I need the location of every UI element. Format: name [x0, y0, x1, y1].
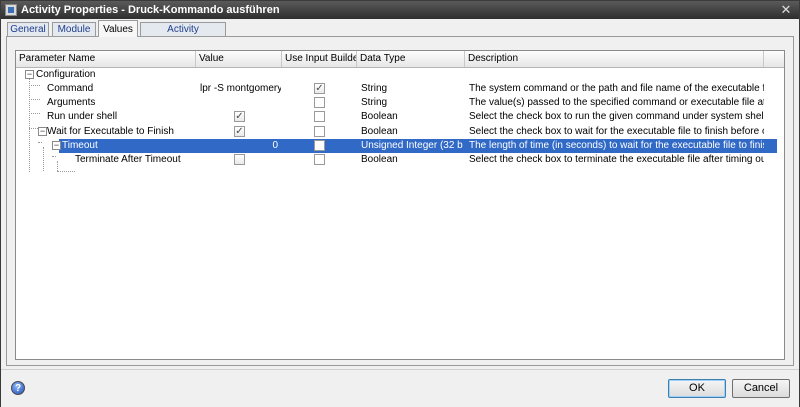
- parameter-value[interactable]: lpr -S montgomery ...: [197, 82, 281, 96]
- description: Select the check box to terminate the ex…: [469, 154, 764, 165]
- close-icon[interactable]: ✕: [779, 3, 793, 17]
- table-row[interactable]: − Configuration: [16, 68, 784, 82]
- ok-button[interactable]: OK: [668, 379, 726, 398]
- activity-properties-dialog: Activity Properties - Druck-Kommando aus…: [0, 0, 800, 407]
- parameter-name: Terminate After Timeout: [75, 154, 181, 165]
- data-type: String: [361, 83, 388, 94]
- help-icon[interactable]: ?: [11, 381, 25, 395]
- table-row[interactable]: Command lpr -S montgomery ... ✓ String T…: [16, 82, 784, 96]
- column-header-parameter-name[interactable]: Parameter Name: [16, 51, 196, 67]
- description: The length of time (in seconds) to wait …: [469, 140, 764, 151]
- parameter-name: Configuration: [36, 69, 96, 80]
- tree-line: [57, 171, 75, 172]
- parameter-name: Arguments: [47, 97, 96, 108]
- description: The value(s) passed to the specified com…: [469, 97, 764, 108]
- app-icon: [5, 4, 17, 16]
- use-input-builder-checkbox[interactable]: [314, 126, 325, 137]
- values-panel: Parameter Name Value Use Input Builder D…: [6, 36, 794, 366]
- data-type: Boolean: [361, 126, 398, 137]
- value-checkbox[interactable]: ✓: [234, 111, 245, 122]
- parameter-name: Timeout: [62, 140, 98, 151]
- table-row[interactable]: − Wait for Executable to Finish ✓ Boolea…: [16, 125, 784, 139]
- data-type: Boolean: [361, 111, 398, 122]
- value-checkbox[interactable]: [234, 154, 245, 165]
- column-header-description[interactable]: Description: [465, 51, 764, 67]
- table-row-selected[interactable]: − Timeout 0 Unsigned Integer (32 bit) Th…: [16, 139, 784, 153]
- tab-values[interactable]: Values: [98, 20, 138, 37]
- title-bar: Activity Properties - Druck-Kommando aus…: [1, 1, 799, 19]
- parameter-name: Wait for Executable to Finish: [47, 126, 174, 137]
- use-input-builder-checkbox[interactable]: ✓: [314, 83, 325, 94]
- use-input-builder-checkbox[interactable]: [314, 111, 325, 122]
- description: The system command or the path and file …: [469, 83, 764, 94]
- table-row[interactable]: Terminate After Timeout Boolean Select t…: [16, 153, 784, 167]
- window-title: Activity Properties - Druck-Kommando aus…: [21, 4, 280, 16]
- description: Select the check box to wait for the exe…: [469, 126, 764, 137]
- table-row[interactable]: Run under shell ✓ Boolean Select the che…: [16, 110, 784, 124]
- column-header-data-type[interactable]: Data Type: [357, 51, 465, 67]
- use-input-builder-checkbox[interactable]: [314, 97, 325, 108]
- data-type: Boolean: [361, 154, 398, 165]
- data-type: String: [361, 97, 388, 108]
- tab-general[interactable]: General: [7, 22, 49, 36]
- column-header-value[interactable]: Value: [196, 51, 282, 67]
- use-input-builder-checkbox[interactable]: [314, 140, 325, 151]
- parameter-name: Command: [47, 83, 94, 94]
- table-row[interactable]: Arguments String The value(s) passed to …: [16, 96, 784, 110]
- data-type: Unsigned Integer (32 bit): [361, 140, 463, 151]
- value-checkbox[interactable]: ✓: [234, 126, 245, 137]
- parameter-value[interactable]: 0: [197, 139, 281, 153]
- cancel-button[interactable]: Cancel: [732, 379, 790, 398]
- grid-header: Parameter Name Value Use Input Builder D…: [16, 51, 784, 68]
- dialog-footer: ? OK Cancel: [1, 369, 799, 407]
- column-header-spacer: [764, 51, 784, 67]
- tab-activity-parameters[interactable]: Activity Parameters: [140, 22, 226, 49]
- use-input-builder-checkbox[interactable]: [314, 154, 325, 165]
- tab-module[interactable]: Module: [52, 22, 96, 36]
- column-header-use-input-builder[interactable]: Use Input Builder: [282, 51, 357, 67]
- parameter-name: Run under shell: [47, 111, 118, 122]
- parameters-grid: Parameter Name Value Use Input Builder D…: [15, 50, 785, 360]
- description: Select the check box to run the given co…: [469, 111, 764, 122]
